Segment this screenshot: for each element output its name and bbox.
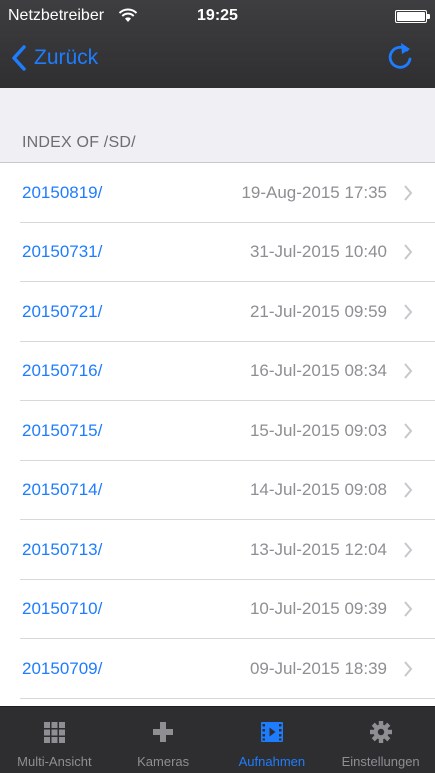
film-icon [260, 722, 283, 742]
list-item[interactable]: 20150710/ 10-Jul-2015 09:39 [0, 580, 435, 640]
chevron-right-icon [404, 423, 413, 439]
folder-name: 20150819/ [22, 182, 103, 202]
folder-date: 31-Jul-2015 10:40 [249, 242, 387, 262]
tab-label: Einstellungen [341, 754, 420, 769]
chevron-right-icon [404, 244, 413, 260]
folder-date: 19-Aug-2015 17:35 [241, 182, 387, 202]
folder-name: 20150715/ [22, 420, 103, 440]
folder-date: 10-Jul-2015 09:39 [249, 599, 387, 619]
tab-kameras[interactable]: Kameras [109, 707, 218, 773]
folder-name: 20150716/ [22, 361, 103, 381]
chevron-right-icon [404, 482, 413, 498]
grid-icon [44, 722, 66, 743]
chevron-right-icon [404, 661, 413, 677]
tab-bar: Multi-Ansicht Kameras Aufnahmen Einstell… [0, 706, 435, 773]
folder-date: 13-Jul-2015 12:04 [249, 539, 387, 559]
section-header: INDEX OF /SD/ [0, 88, 435, 162]
folder-name: 20150713/ [22, 539, 103, 559]
gear-icon [369, 721, 392, 743]
status-bar: Netzbetreiber 19:25 [0, 0, 435, 32]
chevron-right-icon [404, 185, 413, 201]
top-bar: Netzbetreiber 19:25 Zurück [0, 0, 435, 88]
tab-label: Kameras [137, 754, 190, 769]
chevron-left-icon [12, 45, 26, 71]
back-button[interactable]: Zurück [10, 42, 98, 74]
back-button-label: Zurück [34, 46, 99, 69]
chevron-right-icon [404, 542, 413, 558]
tab-multi-ansicht[interactable]: Multi-Ansicht [0, 707, 109, 773]
chevron-right-icon [404, 363, 413, 379]
list-item[interactable]: 20150713/ 13-Jul-2015 12:04 [0, 520, 435, 580]
folder-name: 20150710/ [22, 599, 103, 619]
folder-name: 20150714/ [22, 480, 103, 500]
list-item[interactable]: 20150721/ 21-Jul-2015 09:59 [0, 282, 435, 342]
list-item[interactable]: 20150714/ 14-Jul-2015 09:08 [0, 461, 435, 521]
chevron-right-icon [404, 304, 413, 320]
refresh-icon[interactable] [385, 41, 415, 73]
folder-date: 14-Jul-2015 09:08 [249, 480, 387, 500]
folder-date: 21-Jul-2015 09:59 [249, 301, 387, 321]
status-time: 19:25 [197, 7, 238, 24]
list-item[interactable]: 20150716/ 16-Jul-2015 08:34 [0, 342, 435, 402]
folder-date: 15-Jul-2015 09:03 [249, 420, 387, 440]
list-item[interactable]: 20150709/ 09-Jul-2015 18:39 [0, 639, 435, 699]
folder-name: 20150731/ [22, 242, 103, 262]
folder-date: 16-Jul-2015 08:34 [249, 361, 387, 381]
chevron-right-icon [404, 601, 413, 617]
list-item[interactable]: 20150731/ 31-Jul-2015 10:40 [0, 223, 435, 283]
tab-label: Aufnahmen [238, 754, 306, 769]
plus-icon [153, 722, 174, 742]
tab-label: Multi-Ansicht [17, 754, 92, 769]
tab-einstellungen[interactable]: Einstellungen [326, 707, 435, 773]
navigation-bar: Zurück [0, 32, 435, 88]
list-item[interactable]: 20150715/ 15-Jul-2015 09:03 [0, 401, 435, 461]
battery-icon [395, 10, 430, 23]
section-title: INDEX OF /SD/ [22, 134, 136, 151]
tab-aufnahmen[interactable]: Aufnahmen [218, 707, 327, 773]
folder-date: 09-Jul-2015 18:39 [249, 658, 387, 678]
folder-name: 20150709/ [22, 658, 103, 678]
list-item[interactable]: 20150819/ 19-Aug-2015 17:35 [0, 163, 435, 223]
folder-name: 20150721/ [22, 301, 103, 321]
recordings-list: 20150819/ 19-Aug-2015 17:35 20150731/ 31… [0, 162, 435, 706]
